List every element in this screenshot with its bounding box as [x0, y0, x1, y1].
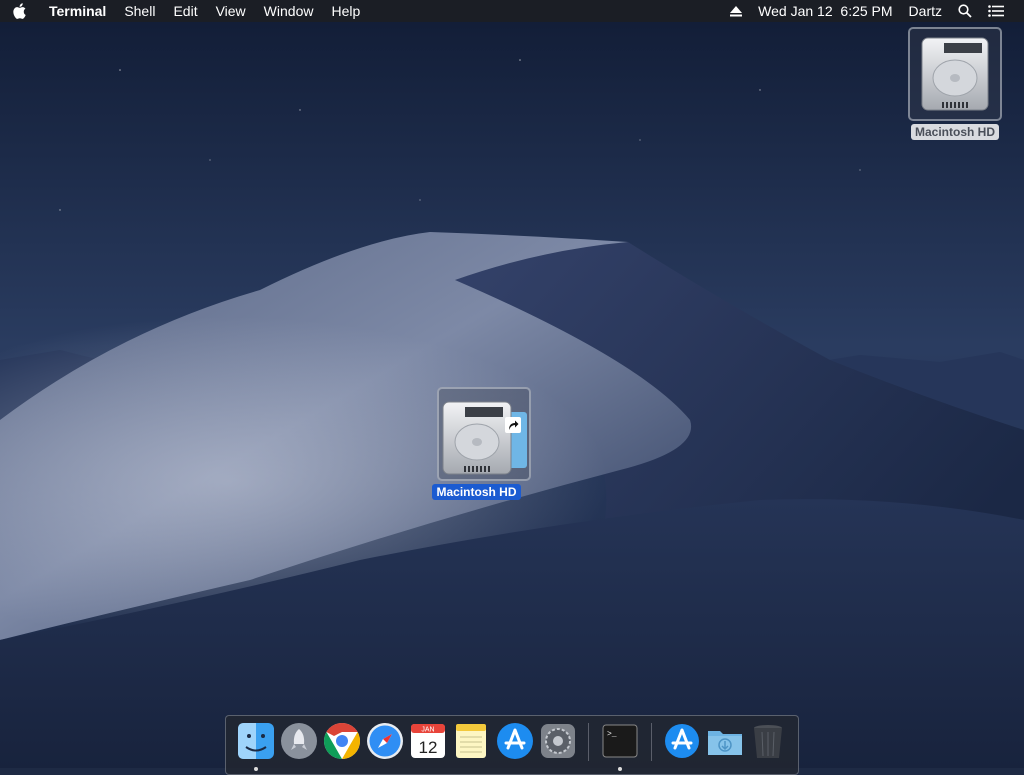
dock-notes[interactable]: [452, 721, 491, 761]
calendar-icon: JAN 12: [411, 724, 446, 758]
dock-finder[interactable]: [236, 721, 275, 771]
terminal-prompt: >_: [607, 730, 617, 739]
dock-calendar[interactable]: JAN 12: [409, 721, 448, 761]
disk-label-top[interactable]: Macintosh HD: [910, 124, 999, 140]
dock-app-store[interactable]: [495, 721, 534, 761]
terminal-icon: >_: [602, 724, 638, 758]
desktop-disk-icon[interactable]: Macintosh HD: [908, 27, 1002, 140]
eject-icon[interactable]: [722, 5, 750, 17]
dock-chrome[interactable]: [322, 721, 361, 761]
calendar-month: JAN: [422, 727, 435, 734]
dock-system-preferences[interactable]: [538, 721, 577, 761]
dock: JAN 12 >_: [225, 715, 799, 775]
disk-label-dragged[interactable]: Macintosh HD: [432, 484, 521, 500]
app-store-icon: [496, 723, 533, 759]
hard-drive-icon: [921, 37, 989, 111]
dock-launchpad[interactable]: [279, 721, 318, 761]
menu-bar: Terminal Shell Edit View Window Help Wed…: [0, 0, 1024, 22]
spotlight-search-icon[interactable]: [950, 4, 980, 18]
dock-applications[interactable]: [663, 721, 702, 761]
menu-edit[interactable]: Edit: [164, 0, 206, 22]
safari-icon: [367, 723, 404, 759]
clock[interactable]: Wed Jan 12 6:25 PM: [750, 0, 900, 22]
menu-view[interactable]: View: [207, 0, 255, 22]
menu-help[interactable]: Help: [322, 0, 369, 22]
launchpad-icon: [280, 723, 317, 759]
dock-downloads[interactable]: [706, 721, 745, 761]
apple-logo-icon[interactable]: [0, 3, 40, 19]
dock-safari[interactable]: [366, 721, 405, 761]
finder-icon: [237, 723, 274, 759]
dock-trash[interactable]: [749, 721, 788, 761]
hard-drive-icon: [442, 401, 527, 475]
trash-icon: [754, 725, 783, 758]
calendar-day: 12: [419, 738, 438, 757]
downloads-folder-icon: [708, 731, 743, 755]
dock-terminal[interactable]: >_: [600, 721, 639, 771]
chrome-icon: [323, 723, 360, 759]
menu-app-name[interactable]: Terminal: [40, 0, 115, 22]
user-name[interactable]: Dartz: [901, 0, 950, 22]
applications-folder-icon: [665, 724, 700, 758]
menu-window[interactable]: Window: [255, 0, 323, 22]
menu-shell[interactable]: Shell: [115, 0, 164, 22]
alias-arrow-icon: [505, 417, 521, 433]
desktop-wallpaper: [0, 0, 1024, 768]
dragged-disk-icon[interactable]: Macintosh HD: [422, 387, 531, 500]
dock-separator: [588, 723, 590, 761]
system-preferences-icon: [540, 724, 575, 758]
dock-separator: [650, 723, 652, 761]
notes-icon: [456, 724, 487, 758]
notification-center-icon[interactable]: [980, 5, 1012, 17]
